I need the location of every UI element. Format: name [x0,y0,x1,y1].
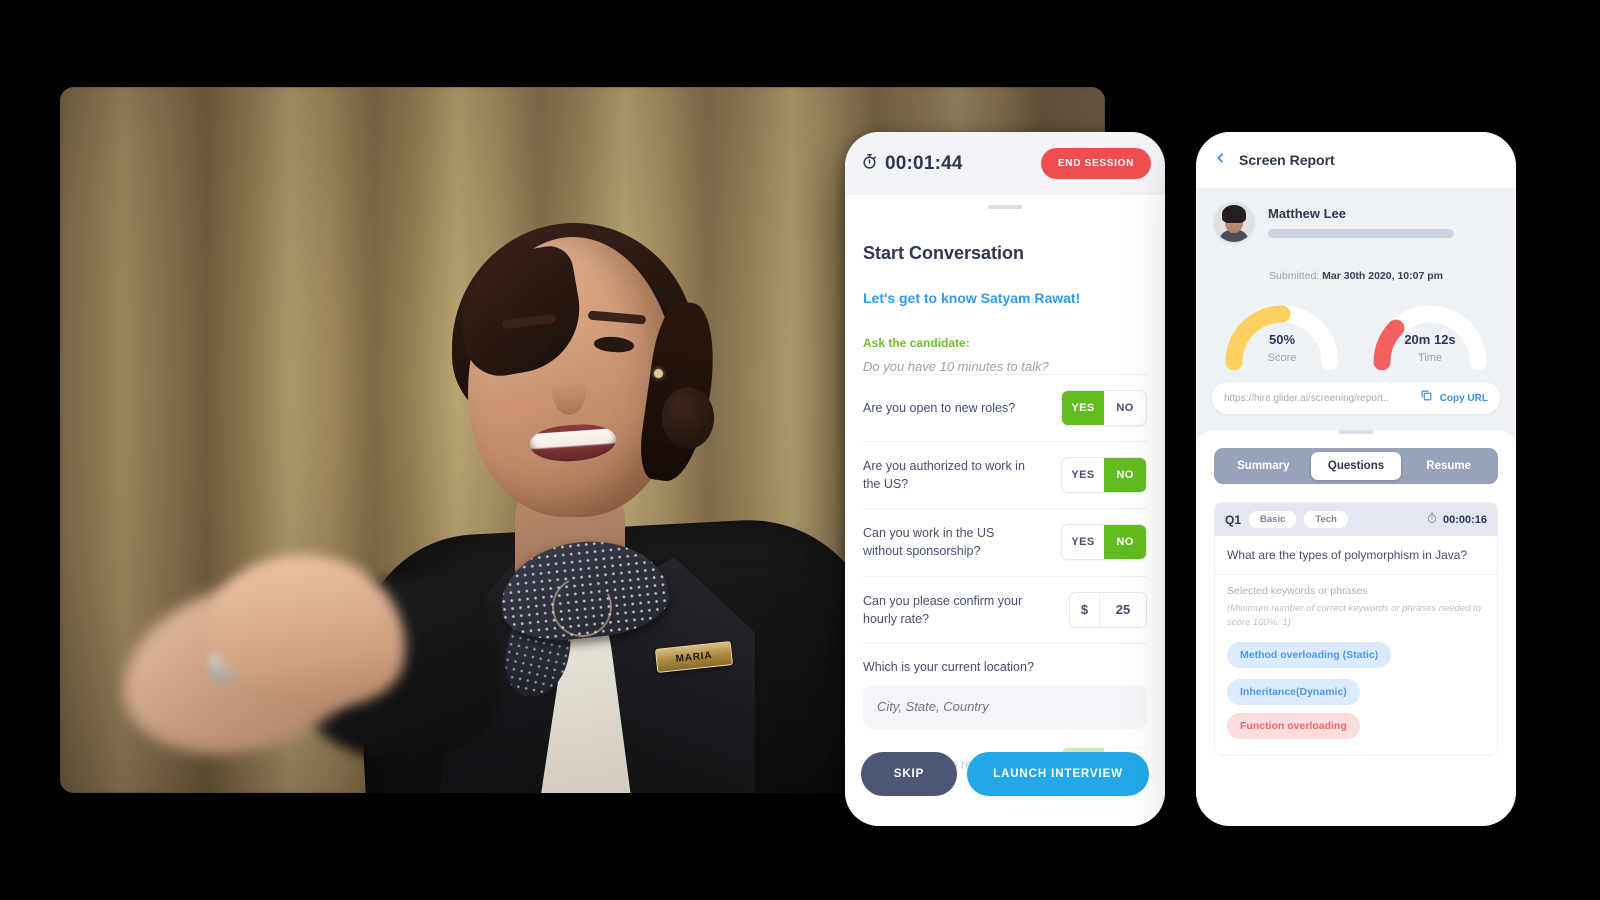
ask-candidate-label: Ask the candidate: [863,336,970,350]
sheet-grabber[interactable] [1339,430,1373,434]
question-text: Are you open to new roles? [863,400,1016,415]
report-sheet: Summary Questions Resume Q1 Basic Tech 0… [1196,430,1516,826]
question-chip-difficulty: Basic [1249,511,1297,528]
screening-topbar: 00:01:44 END SESSION [845,132,1165,195]
tab-questions[interactable]: Questions [1310,452,1402,480]
submitted-line: Submitted: Mar 30th 2020, 10:07 pm [1196,256,1516,286]
screening-phone: 00:01:44 END SESSION Start Conversation … [845,132,1165,826]
submitted-value: Mar 30th 2020, 10:07 pm [1322,270,1443,282]
keyword-tag: Inheritance(Dynamic) [1227,678,1360,705]
score-label: Score [1267,352,1297,364]
keyword-tag: Function overloading [1227,712,1360,739]
chevron-left-icon[interactable] [1214,150,1227,171]
sheet-grabber[interactable] [988,205,1022,209]
currency-symbol: $ [1070,592,1100,627]
question-row: Are you authorized to work in the US? YE… [863,441,1147,508]
score-gauge: 50% Score [1220,296,1344,370]
location-input[interactable] [863,684,1147,729]
question-row: Can you work in the US without sponsorsh… [863,508,1147,575]
keyword-tag-list: Inheritance(Dynamic) Function overloadin… [1227,678,1485,739]
toggle-yes[interactable]: YES [1062,458,1104,492]
screen-report-phone: Screen Report Matthew Lee Submitted: Mar… [1196,132,1516,826]
subject-cheek [492,387,554,429]
tab-summary[interactable]: Summary [1218,452,1309,480]
question-text: Are you authorized to work in the US? [863,459,1025,492]
copy-icon[interactable] [1420,389,1433,407]
toggle-yes[interactable]: YES [1062,391,1104,425]
toggle-no[interactable]: NO [1104,391,1146,425]
question-result-card: Q1 Basic Tech 00:00:16 What are the type… [1214,502,1498,756]
report-url: https://hire.glider.ai/screening/report.… [1224,392,1389,404]
end-session-button[interactable]: END SESSION [1040,148,1151,179]
stopwatch-icon [1426,512,1438,527]
question-text: Can you work in the US without sponsorsh… [863,526,995,559]
location-question-label: Which is your current location? [863,642,1147,674]
candidate-header: Matthew Lee [1196,188,1516,256]
stopwatch-icon [861,153,878,175]
toggle-no[interactable]: NO [1104,525,1146,560]
keyword-tag-list: Method overloading (Static) [1227,641,1485,668]
candidate-subtitle-placeholder [1268,229,1454,238]
time-value: 20m 12s [1404,332,1456,347]
question-text: Can you please confirm your hourly rate? [863,593,1023,626]
session-timer-value: 00:01:44 [885,152,963,174]
yes-no-toggle[interactable]: YES NO [1061,457,1147,494]
toggle-yes[interactable]: YES [1062,525,1104,559]
question-row: Are you open to new roles? YES NO [863,374,1147,441]
subject-earring [654,369,663,378]
keyword-tag: Method overloading (Static) [1227,641,1392,668]
report-url-bar[interactable]: https://hire.glider.ai/screening/report.… [1212,382,1500,414]
report-tabs: Summary Questions Resume [1214,448,1498,484]
subject-hair-bun [662,387,714,449]
hourly-rate-value[interactable]: 25 [1100,593,1146,627]
hourly-rate-row: Can you please confirm your hourly rate?… [863,575,1147,643]
question-time: 00:00:16 [1426,512,1487,527]
yes-no-toggle[interactable]: YES NO [1061,524,1147,561]
session-timer: 00:01:44 [861,153,963,175]
report-navbar: Screen Report [1196,132,1516,188]
candidate-name: Matthew Lee [1268,206,1347,221]
screenshot-stage: MARIA 00:01:44 END SESSION Start Convers… [0,0,1600,900]
hourly-rate-field[interactable]: $ 25 [1069,591,1147,628]
question-card-body: What are the types of polymorphism in Ja… [1215,536,1497,575]
keywords-label: Selected keywords or phrases [1227,585,1368,597]
subject-nose [552,365,586,415]
skip-button[interactable]: SKIP [861,752,957,796]
submitted-label: Submitted: [1269,270,1320,282]
screening-sheet: Start Conversation Let's get to know Sat… [845,195,1165,826]
keywords-note: (Minimum number of correct keywords or p… [1227,603,1481,629]
sheet-subtitle: Let's get to know Satyam Rawat! [863,290,1081,306]
launch-interview-button[interactable]: LAUNCH INTERVIEW [967,752,1149,796]
question-time-value: 00:00:16 [1442,513,1487,526]
report-title: Screen Report [1239,152,1335,168]
time-gauge: 20m 12s Time [1368,296,1492,370]
score-value: 50% [1268,332,1296,347]
metrics-gauges: 50% Score 20m 12s Time [1196,286,1516,376]
keywords-section: Selected keywords or phrases (Minimum nu… [1215,575,1497,755]
copy-url-button[interactable]: Copy URL [1440,393,1488,404]
question-number: Q1 [1225,512,1242,527]
time-label: Time [1417,352,1443,364]
ask-candidate-text: Do you have 10 minutes to talk? [863,359,1049,374]
question-chip-category: Tech [1304,511,1348,528]
screening-action-bar: SKIP LAUNCH INTERVIEW [845,752,1165,796]
question-prompt: What are the types of polymorphism in Ja… [1227,548,1468,562]
toggle-no[interactable]: NO [1104,458,1146,493]
tab-resume[interactable]: Resume [1403,452,1494,480]
yes-no-toggle[interactable]: YES NO [1061,390,1147,426]
sheet-title: Start Conversation [863,243,1025,263]
question-card-header: Q1 Basic Tech 00:00:16 [1215,503,1497,536]
avatar [1214,202,1254,242]
